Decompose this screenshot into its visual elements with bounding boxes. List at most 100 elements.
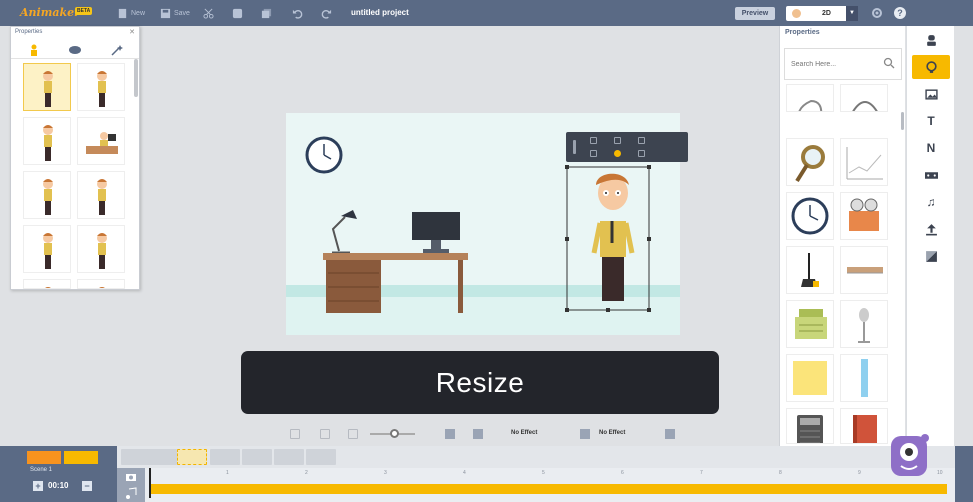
library-item[interactable]: [786, 84, 834, 112]
computer-monitor[interactable]: [412, 212, 460, 253]
plus-icon[interactable]: +: [33, 481, 43, 491]
new-button[interactable]: New: [117, 8, 145, 19]
settings-icon[interactable]: [590, 150, 597, 157]
warning-icon[interactable]: [638, 137, 645, 144]
paste-button[interactable]: [261, 8, 272, 19]
undo-button[interactable]: [292, 8, 303, 19]
character-panel: Properties ✕: [10, 26, 140, 290]
library-item[interactable]: [786, 246, 834, 294]
fit-screen-icon[interactable]: [290, 429, 300, 439]
exit-effect-icon[interactable]: [580, 429, 590, 439]
help-icon[interactable]: ?: [894, 7, 906, 19]
monitor-thumb[interactable]: [274, 449, 304, 465]
character-icon[interactable]: [912, 28, 950, 52]
number-icon[interactable]: N: [912, 136, 950, 160]
hairstyle-tab-icon[interactable]: [69, 43, 81, 55]
time-ruler[interactable]: 1 2 3 4 5 6 7 8 9 10: [151, 468, 955, 484]
grid-icon[interactable]: [348, 429, 358, 439]
search-input[interactable]: [791, 49, 881, 79]
camera-icon[interactable]: [125, 471, 137, 483]
music-track-icon[interactable]: [125, 487, 137, 499]
gear-icon[interactable]: [871, 7, 883, 19]
scrollbar[interactable]: [134, 59, 138, 97]
move-icon[interactable]: [590, 137, 597, 144]
exit-effect-settings-icon[interactable]: [665, 429, 675, 439]
library-item[interactable]: [840, 84, 888, 112]
character-thumb[interactable]: [177, 449, 207, 465]
library-item[interactable]: [840, 408, 888, 444]
background-icon[interactable]: [912, 82, 950, 106]
play-effect-icon[interactable]: [473, 429, 483, 439]
enter-effect-label[interactable]: No Effect: [511, 430, 537, 436]
save-button[interactable]: Save: [160, 8, 190, 19]
caption-overlay: Resize: [241, 351, 719, 414]
search-icon[interactable]: [883, 57, 895, 69]
library-item[interactable]: [786, 300, 834, 348]
library-item[interactable]: [840, 246, 888, 294]
desk-lamp[interactable]: [331, 210, 357, 255]
character-pose-item[interactable]: [23, 279, 71, 289]
close-icon[interactable]: ✕: [129, 28, 135, 36]
character-pose-item[interactable]: [77, 171, 125, 219]
redo-button[interactable]: [321, 8, 332, 19]
copy-button[interactable]: [232, 8, 243, 19]
cut-button[interactable]: [203, 8, 214, 19]
character-pose-item[interactable]: [77, 279, 125, 289]
library-item[interactable]: [840, 354, 888, 402]
character-tab-icon[interactable]: [28, 43, 40, 56]
character-pose-item[interactable]: [77, 63, 125, 111]
ruler-tick-label: 3: [384, 470, 387, 476]
clock-thumb[interactable]: [306, 449, 336, 465]
drag-handle-icon[interactable]: [573, 140, 576, 154]
save-icon: [160, 8, 171, 19]
library-item[interactable]: [840, 192, 888, 240]
desk-thumb[interactable]: [210, 449, 240, 465]
character-man[interactable]: [591, 173, 635, 301]
character-pose-item[interactable]: [77, 117, 125, 165]
project-title[interactable]: untitled project: [351, 8, 409, 17]
effect-icon[interactable]: [912, 244, 950, 268]
prop-icon[interactable]: [912, 55, 950, 79]
scrollbar[interactable]: [901, 112, 904, 130]
layer-icon[interactable]: [614, 137, 621, 144]
character-pose-item[interactable]: [23, 117, 71, 165]
exit-effect-label[interactable]: No Effect: [599, 430, 625, 436]
library-item[interactable]: [786, 408, 834, 444]
scene-duration-bar[interactable]: [151, 484, 947, 494]
preview-button[interactable]: Preview: [735, 7, 775, 20]
sun-icon[interactable]: [614, 150, 621, 157]
prop-thumb[interactable]: [147, 449, 177, 465]
library-item[interactable]: [786, 138, 834, 186]
animaker-app: Animaker BETA New Save untitled project …: [0, 0, 973, 502]
character-pose-item[interactable]: [77, 225, 125, 273]
playhead[interactable]: [149, 468, 151, 498]
wall-clock[interactable]: [305, 136, 343, 174]
library-item[interactable]: [840, 138, 888, 186]
microphone-icon: [858, 308, 870, 343]
scene-tab-yellow[interactable]: [64, 451, 98, 464]
line-chart-icon: [846, 147, 883, 180]
shelf-icon: [847, 267, 883, 274]
fullscreen-icon[interactable]: [320, 429, 330, 439]
lamp-thumb[interactable]: [242, 449, 272, 465]
character-pose-item[interactable]: [23, 63, 71, 111]
mascot-icon[interactable]: [885, 430, 933, 482]
music-icon[interactable]: ♫: [912, 190, 950, 214]
scene-tab-orange[interactable]: [27, 451, 61, 464]
text-icon[interactable]: T: [912, 109, 950, 133]
zoom-slider-knob[interactable]: [390, 429, 399, 438]
library-item[interactable]: [840, 300, 888, 348]
video-icon[interactable]: [912, 163, 950, 187]
upload-icon[interactable]: [912, 217, 950, 241]
minus-icon[interactable]: −: [82, 481, 92, 491]
mode-select[interactable]: 2D ▼: [786, 6, 858, 21]
sticky-note-icon: [793, 361, 827, 395]
duration-value[interactable]: 00:10: [48, 481, 68, 490]
character-pose-item[interactable]: [23, 225, 71, 273]
library-item[interactable]: [786, 192, 834, 240]
character-pose-item[interactable]: [23, 171, 71, 219]
library-item[interactable]: [786, 354, 834, 402]
magic-wand-icon[interactable]: [111, 43, 123, 56]
enter-effect-icon[interactable]: [445, 429, 455, 439]
flip-icon[interactable]: [638, 150, 645, 157]
